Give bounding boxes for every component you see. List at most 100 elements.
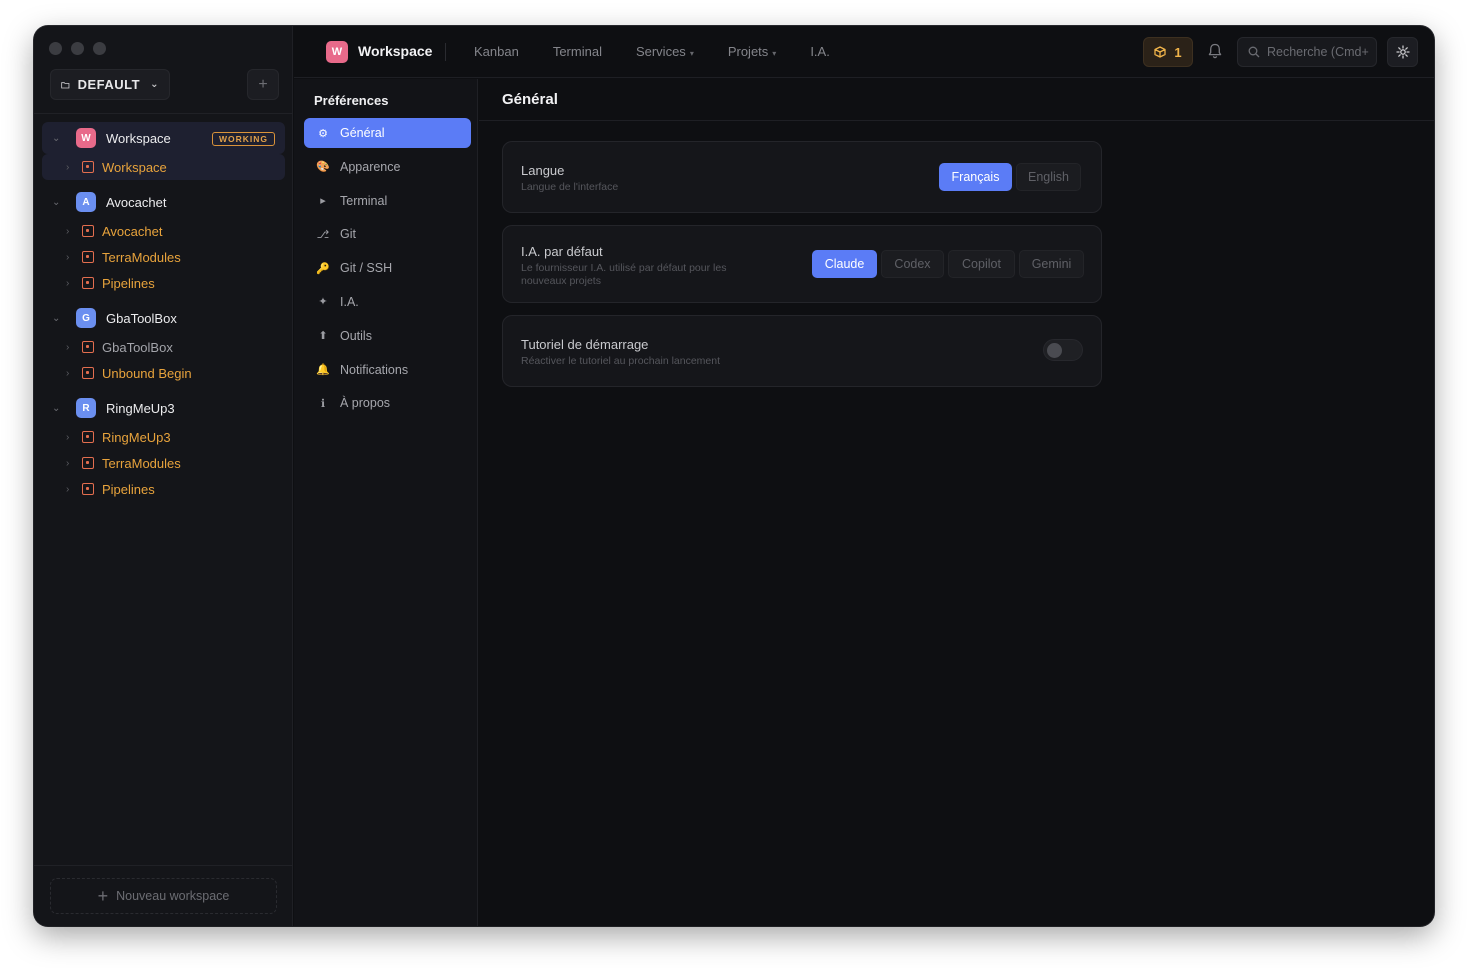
project-name: Avocachet <box>102 223 163 239</box>
project-row[interactable]: › Pipelines <box>42 270 285 296</box>
gear-icon: ⚙ <box>318 127 328 140</box>
avatar: G <box>76 308 96 328</box>
chevron-right-icon[interactable]: › <box>66 484 80 495</box>
group-row[interactable]: ⌄ R RingMeUp3 <box>42 392 285 424</box>
project-icon <box>82 225 94 237</box>
search-icon <box>1248 46 1260 58</box>
search-input[interactable]: Recherche (Cmd+ <box>1237 37 1377 67</box>
project-row[interactable]: › Avocachet <box>42 218 285 244</box>
group-name: Workspace <box>106 130 171 146</box>
ai-option-copilot[interactable]: Copilot <box>948 250 1015 278</box>
project-row[interactable]: › Pipelines <box>42 476 285 502</box>
chevron-down-icon[interactable]: ⌄ <box>52 403 66 414</box>
close-window-button[interactable] <box>49 42 62 55</box>
project-name: GbaToolBox <box>102 339 173 355</box>
arrow-up-icon: ⬆ <box>318 330 328 343</box>
nav-kanban[interactable]: Kanban <box>474 44 519 59</box>
folder-icon <box>61 81 70 88</box>
tutorial-title: Tutoriel de démarrage <box>521 337 649 352</box>
bell-icon[interactable] <box>1206 42 1224 60</box>
pref-item-about[interactable]: ℹ À propos <box>304 388 471 418</box>
minimize-window-button[interactable] <box>71 42 84 55</box>
new-workspace-label: Nouveau workspace <box>116 889 230 903</box>
ai-option-gemini[interactable]: Gemini <box>1019 250 1084 278</box>
ai-subtitle-line1: Le fournisseur I.A. utilisé par défaut p… <box>521 262 727 274</box>
workspace-tree: ⌄ W Workspace WORKING › Workspace ⌄ A Av… <box>42 122 285 502</box>
tutorial-toggle[interactable] <box>1043 339 1083 361</box>
zoom-window-button[interactable] <box>93 42 106 55</box>
workspace-selector[interactable]: DEFAULT ⌄ <box>50 69 170 100</box>
key-icon: 🔑 <box>316 262 330 275</box>
nav-terminal[interactable]: Terminal <box>553 44 602 59</box>
tutorial-subtitle: Réactiver le tutoriel au prochain lancem… <box>521 355 721 367</box>
pref-item-label: I.A. <box>340 294 359 309</box>
project-row[interactable]: › TerraModules <box>42 450 285 476</box>
pref-item-ia[interactable]: ✦ I.A. <box>304 287 471 317</box>
chevron-right-icon[interactable]: › <box>66 162 80 173</box>
language-option-francais[interactable]: Français <box>939 163 1012 191</box>
project-row[interactable]: › Workspace <box>42 154 285 180</box>
pref-item-label: À propos <box>340 396 391 411</box>
app-window: DEFAULT ⌄ + ⌄ W Workspace WORKING › Work… <box>34 26 1434 926</box>
ai-option-claude[interactable]: Claude <box>812 250 877 278</box>
chevron-right-icon[interactable]: › <box>66 342 80 353</box>
main-header: Général <box>479 79 1434 121</box>
chevron-down-icon[interactable]: ⌄ <box>52 133 66 144</box>
chevron-right-icon[interactable]: › <box>66 458 80 469</box>
pref-item-label: Git <box>340 227 356 242</box>
pref-item-git-ssh[interactable]: 🔑 Git / SSH <box>304 253 471 283</box>
add-button[interactable]: + <box>247 69 279 100</box>
info-icon: ℹ <box>320 397 326 410</box>
project-icon <box>82 457 94 469</box>
pref-item-label: Outils <box>340 328 372 343</box>
chevron-right-icon[interactable]: › <box>66 226 80 237</box>
project-row[interactable]: › Unbound Begin <box>42 360 285 386</box>
chevron-down-icon: ▾ <box>689 49 694 58</box>
tasks-count-button[interactable]: 1 <box>1143 37 1193 67</box>
chevron-right-icon[interactable]: › <box>66 368 80 379</box>
avatar: A <box>76 192 96 212</box>
new-workspace-button[interactable]: + Nouveau workspace <box>50 878 277 914</box>
project-row[interactable]: › GbaToolBox <box>42 334 285 360</box>
chevron-right-icon[interactable]: › <box>66 432 80 443</box>
project-icon <box>82 483 94 495</box>
preferences-nav: Préférences ⚙ Général 🎨 Apparence ▸ Termina… <box>294 79 478 926</box>
project-row[interactable]: › TerraModules <box>42 244 285 270</box>
pref-item-notifications[interactable]: 🔔 Notifications <box>304 355 471 385</box>
project-icon <box>82 251 94 263</box>
app-title: Workspace <box>358 43 433 59</box>
group-row[interactable]: ⌄ G GbaToolBox <box>42 302 285 334</box>
bell-icon: 🔔 <box>316 364 330 377</box>
pref-item-terminal[interactable]: ▸ Terminal <box>304 186 471 216</box>
pref-item-appearance[interactable]: 🎨 Apparence <box>304 152 471 182</box>
nav-ia[interactable]: I.A. <box>810 44 830 59</box>
pref-item-label: Notifications <box>340 362 409 377</box>
group-row[interactable]: ⌄ A Avocachet <box>42 186 285 218</box>
project-row[interactable]: › RingMeUp3 <box>42 424 285 450</box>
chevron-right-icon[interactable]: › <box>66 252 80 263</box>
language-option-english[interactable]: English <box>1016 163 1081 191</box>
ai-card: I.A. par défaut Le fournisseur I.A. util… <box>502 225 1102 303</box>
pref-item-label: Git / SSH <box>340 261 393 276</box>
nav-services-label: Services <box>635 44 686 59</box>
nav-services[interactable]: Services ▾ <box>636 44 694 59</box>
chevron-down-icon[interactable]: ⌄ <box>52 197 66 208</box>
chevron-down-icon[interactable]: ⌄ <box>52 313 66 324</box>
settings-button[interactable] <box>1387 37 1418 67</box>
nav-projets[interactable]: Projets ▾ <box>728 44 776 59</box>
avatar: W <box>76 128 96 148</box>
workspace-selector-label: DEFAULT <box>77 77 141 92</box>
pref-item-tools[interactable]: ⬆ Outils <box>304 321 471 351</box>
preferences-list: ⚙ Général 🎨 Apparence ▸ Terminal ⎇ Git 🔑 Git … <box>304 118 471 422</box>
project-icon <box>82 161 94 173</box>
ai-option-codex[interactable]: Codex <box>881 250 944 278</box>
pref-item-git[interactable]: ⎇ Git <box>304 219 471 249</box>
chevron-down-icon: ⌄ <box>150 79 159 90</box>
ai-segmented: Claude Codex Copilot Gemini <box>812 250 1084 278</box>
chevron-down-icon: ▾ <box>772 49 777 58</box>
chevron-right-icon[interactable]: › <box>66 278 80 289</box>
page-title: Général <box>502 91 558 108</box>
status-badge: WORKING <box>211 132 275 146</box>
pref-item-general[interactable]: ⚙ Général <box>304 118 471 148</box>
group-row[interactable]: ⌄ W Workspace WORKING <box>42 122 285 154</box>
